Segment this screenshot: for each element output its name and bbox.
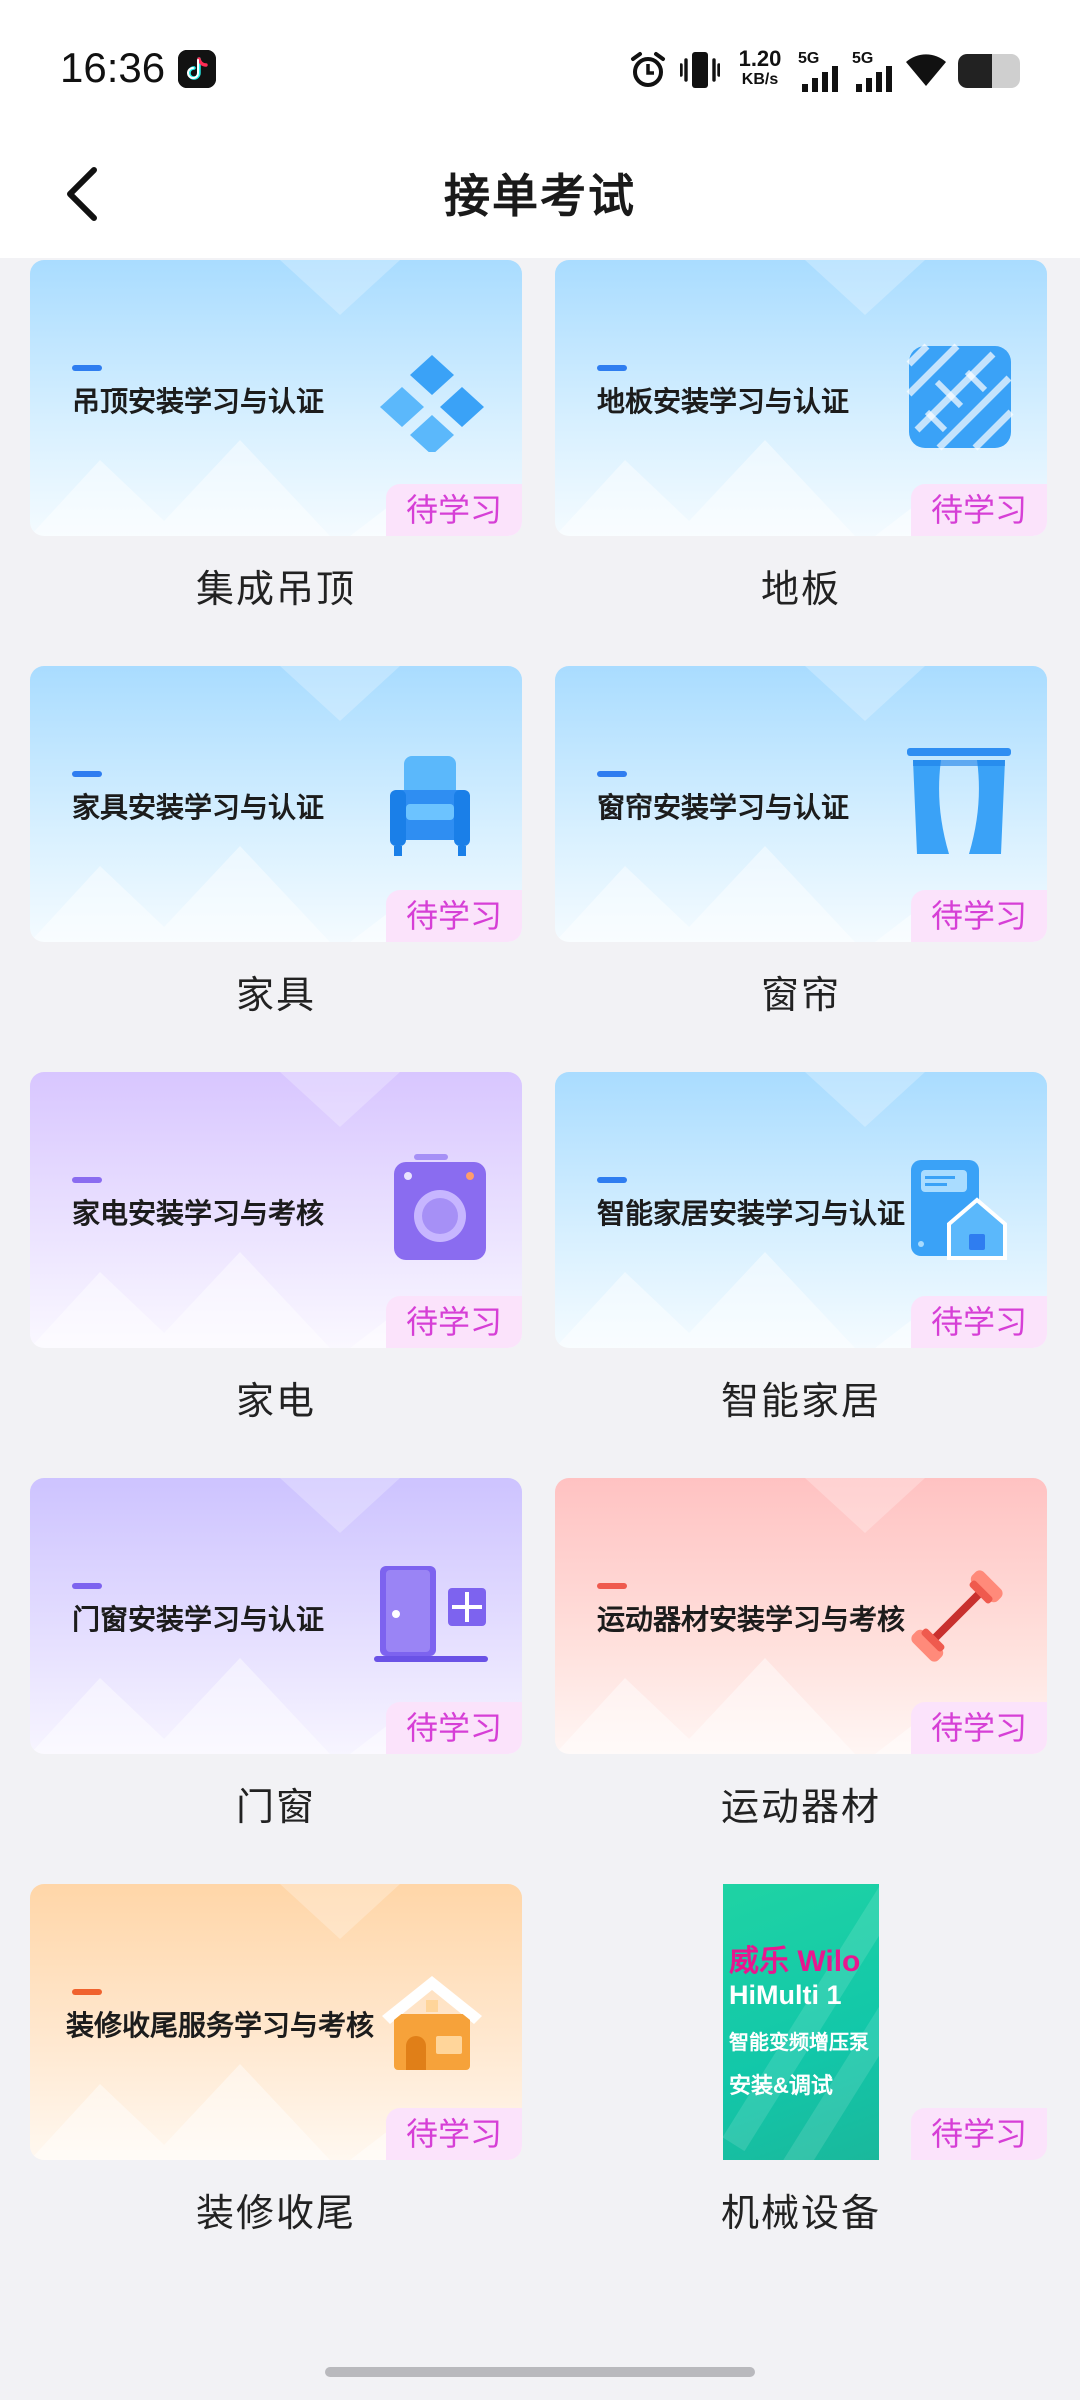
card-title: 吊顶安装学习与认证 xyxy=(72,385,325,418)
product-brand: 威乐 Wilo xyxy=(729,1945,861,1978)
card-title: 门窗安装学习与认证 xyxy=(72,1603,325,1636)
product-desc: 智能变频增压泵 xyxy=(729,2032,869,2054)
card-title: 地板安装学习与认证 xyxy=(597,385,850,418)
signal-icon: 5G xyxy=(798,50,842,92)
course-card[interactable]: 智能家居安装学习与认证 待学习 xyxy=(555,1072,1047,1348)
status-badge: 待学习 xyxy=(386,2108,522,2160)
title-dash xyxy=(597,365,627,371)
category-label: 家具 xyxy=(235,973,316,1017)
signal-icon: 5G xyxy=(852,50,896,92)
product-image: 威乐 Wilo HiMulti 1 智能变频增压泵 安装&调试 xyxy=(723,1884,879,2160)
wifi-icon xyxy=(906,54,946,86)
product-model: HiMulti 1 xyxy=(729,1980,842,2010)
status-badge: 待学习 xyxy=(911,484,1047,536)
dumbbell-icon xyxy=(911,1570,1003,1662)
card-title: 智能家居安装学习与认证 xyxy=(597,1197,906,1230)
smart-home-icon xyxy=(911,1160,1007,1260)
title-dash xyxy=(72,771,102,777)
status-badge: 待学习 xyxy=(911,1296,1047,1348)
card-title: 窗帘安装学习与认证 xyxy=(597,791,850,824)
nav-header: 接单考试 xyxy=(0,130,1080,258)
status-badge: 待学习 xyxy=(386,890,522,942)
network-speed: 1.20 KB/s xyxy=(738,46,782,88)
title-dash xyxy=(72,1177,102,1183)
status-badge: 待学习 xyxy=(386,1296,522,1348)
status-badge: 待学习 xyxy=(386,1702,522,1754)
title-dash xyxy=(597,771,627,777)
course-card[interactable]: 地板安装学习与认证 待学习 xyxy=(555,260,1047,536)
status-bar: 16:36 1.20 KB/s 5G 5G xyxy=(0,0,1080,130)
floor-planks-icon xyxy=(906,343,1014,451)
product-subtitle: 安装&调试 xyxy=(729,2073,833,2098)
vibrate-icon xyxy=(680,52,720,88)
door-window-icon xyxy=(374,1566,488,1662)
title-dash xyxy=(72,1989,102,1995)
course-card[interactable]: 家具安装学习与认证 待学习 xyxy=(30,666,522,942)
category-label: 装修收尾 xyxy=(195,2191,356,2235)
category-label: 家电 xyxy=(235,1379,316,1423)
status-badge: 待学习 xyxy=(911,1702,1047,1754)
course-card[interactable]: 吊顶安装学习与认证 待学习 xyxy=(30,260,522,536)
title-dash xyxy=(72,365,102,371)
category-label: 智能家居 xyxy=(720,1379,881,1423)
category-label: 门窗 xyxy=(235,1785,316,1829)
status-badge: 待学习 xyxy=(386,484,522,536)
washing-machine-icon xyxy=(394,1154,486,1260)
card-title: 装修收尾服务学习与考核 xyxy=(66,2009,375,2042)
status-badge: 待学习 xyxy=(911,2108,1047,2160)
armchair-icon xyxy=(390,756,470,856)
curtain-icon xyxy=(907,748,1011,854)
course-card[interactable]: 窗帘安装学习与认证 待学习 xyxy=(555,666,1047,942)
card-title: 家具安装学习与认证 xyxy=(72,791,325,824)
course-card[interactable]: 装修收尾服务学习与考核 待学习 xyxy=(30,1884,522,2160)
card-title: 运动器材安装学习与考核 xyxy=(597,1603,906,1636)
category-label: 机械设备 xyxy=(720,2191,881,2235)
category-label: 地板 xyxy=(760,567,841,611)
title-dash xyxy=(597,1583,627,1589)
house-icon xyxy=(382,1976,482,2070)
title-dash xyxy=(72,1583,102,1589)
course-card[interactable]: 威乐 Wilo HiMulti 1 智能变频增压泵 安装&调试 待学习 xyxy=(555,1884,1047,2160)
alarm-icon xyxy=(631,52,665,87)
battery-icon xyxy=(958,54,1020,88)
page-title: 接单考试 xyxy=(444,169,636,223)
home-indicator[interactable] xyxy=(325,2367,755,2377)
card-title: 家电安装学习与考核 xyxy=(72,1197,325,1230)
category-label: 集成吊顶 xyxy=(195,567,356,611)
course-card[interactable]: 家电安装学习与考核 待学习 xyxy=(30,1072,522,1348)
course-card[interactable]: 运动器材安装学习与考核 待学习 xyxy=(555,1478,1047,1754)
tiktok-icon xyxy=(178,50,216,88)
ceiling-tiles-icon xyxy=(380,355,484,452)
status-badge: 待学习 xyxy=(911,890,1047,942)
category-label: 窗帘 xyxy=(760,973,841,1017)
status-time: 16:36 xyxy=(60,44,166,91)
category-label: 运动器材 xyxy=(720,1785,881,1829)
title-dash xyxy=(597,1177,627,1183)
course-card[interactable]: 门窗安装学习与认证 待学习 xyxy=(30,1478,522,1754)
